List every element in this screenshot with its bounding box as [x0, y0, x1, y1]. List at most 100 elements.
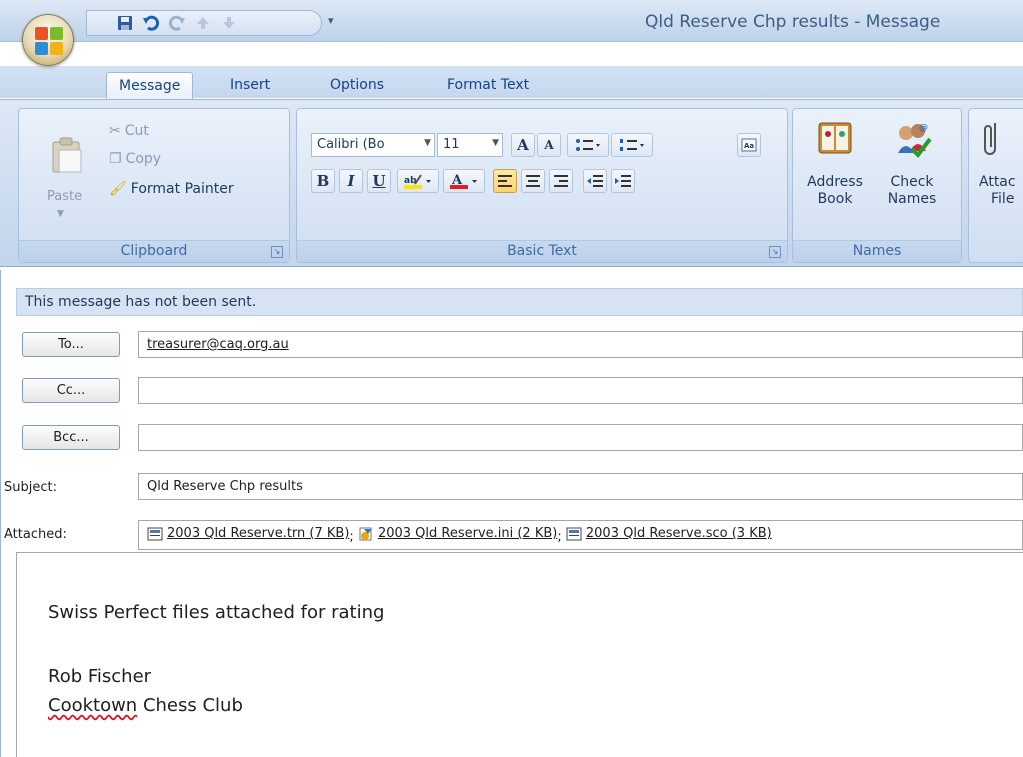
- paste-button[interactable]: Paste: [47, 189, 82, 204]
- info-bar: This message has not been sent.: [16, 288, 1023, 316]
- message-body[interactable]: [16, 552, 1023, 757]
- numbering-button[interactable]: [611, 133, 653, 157]
- office-button[interactable]: [22, 14, 74, 66]
- styles-icon: Aa: [741, 138, 757, 152]
- document-icon: [147, 527, 163, 540]
- signature-club-rest: Chess Club: [137, 695, 243, 716]
- tab-options[interactable]: Options: [330, 72, 384, 100]
- clipboard-group: Paste ▼ ✂ Cut ❐ Copy 🖌 Format Painter Cl…: [18, 108, 290, 263]
- settings-file-icon: [359, 527, 372, 540]
- font-name-value: Calibri (Bo: [317, 137, 385, 152]
- decrease-indent-button[interactable]: [583, 169, 607, 193]
- check-names-label-1: Check: [890, 174, 934, 190]
- attachment-separator: ;: [349, 529, 354, 545]
- font-size-combo[interactable]: 11 ▼: [437, 133, 503, 157]
- names-group-label: Names: [793, 240, 961, 262]
- cut-button[interactable]: ✂ Cut: [109, 123, 149, 139]
- align-left-icon: [498, 175, 512, 187]
- align-right-button[interactable]: [549, 169, 573, 193]
- basic-text-group-label: Basic Text: [297, 240, 787, 262]
- attached-label: Attached:: [4, 527, 67, 542]
- bold-button[interactable]: B: [311, 169, 335, 193]
- office-logo-icon: [35, 27, 63, 55]
- cc-field[interactable]: [138, 377, 1023, 404]
- increase-indent-button[interactable]: [611, 169, 635, 193]
- numbering-icon: [620, 139, 644, 151]
- address-book-button[interactable]: Address Book: [803, 119, 867, 208]
- quick-access-toolbar: [86, 10, 322, 36]
- attachments-field[interactable]: 2003 Qld Reserve.trn (7 KB) ; 2003 Qld R…: [138, 520, 1023, 550]
- format-painter-button[interactable]: 🖌 Format Painter: [109, 181, 234, 197]
- align-center-button[interactable]: [521, 169, 545, 193]
- signature-name: Rob Fischer: [48, 666, 152, 687]
- svg-text:@: @: [919, 123, 928, 133]
- attach-file-label-1: Attac: [979, 174, 1016, 190]
- align-left-button[interactable]: [493, 169, 517, 193]
- check-names-label-2: Names: [887, 191, 937, 207]
- to-recipient[interactable]: treasurer@caq.org.au: [147, 337, 289, 352]
- attachment-item[interactable]: 2003 Qld Reserve.ini (2 KB): [358, 526, 557, 541]
- paperclip-icon: [984, 123, 996, 155]
- subject-label: Subject:: [4, 480, 57, 495]
- copy-icon: ❐: [109, 151, 122, 167]
- attachment-separator: ;: [557, 529, 562, 545]
- attachment-item[interactable]: 2003 Qld Reserve.trn (7 KB): [147, 526, 349, 541]
- bcc-field[interactable]: [138, 424, 1023, 451]
- clipboard-launcher-icon[interactable]: ↘: [271, 246, 283, 258]
- font-color-icon: A: [450, 173, 477, 189]
- signature-club: Cooktown Chess Club: [48, 695, 243, 716]
- italic-button[interactable]: I: [339, 169, 363, 193]
- address-book-icon: [818, 122, 852, 154]
- format-painter-label: Format Painter: [130, 181, 234, 197]
- underline-button[interactable]: U: [367, 169, 391, 193]
- grow-font-button[interactable]: A: [511, 133, 535, 157]
- paste-icon[interactable]: [49, 136, 85, 174]
- address-book-label-2: Book: [817, 191, 853, 207]
- up-icon[interactable]: [193, 13, 213, 33]
- shrink-font-button[interactable]: A: [537, 133, 561, 157]
- subject-field[interactable]: Qld Reserve Chp results: [138, 473, 1023, 500]
- bullets-button[interactable]: [567, 133, 609, 157]
- copy-button[interactable]: ❐ Copy: [109, 151, 161, 167]
- increase-indent-icon: [615, 175, 631, 187]
- attachment-name: 2003 Qld Reserve.sco (3 KB): [585, 526, 772, 541]
- scissors-icon: ✂: [109, 123, 121, 139]
- document-icon: [566, 527, 582, 540]
- styles-button[interactable]: Aa: [737, 133, 761, 157]
- paste-dropdown-icon[interactable]: ▼: [57, 209, 64, 219]
- attachment-item[interactable]: 2003 Qld Reserve.sco (3 KB): [566, 526, 772, 541]
- basic-text-group: Calibri (Bo ▼ 11 ▼ A A Aa B I U ab A Basic…: [296, 108, 788, 263]
- check-names-button[interactable]: @ Check Names: [879, 119, 945, 208]
- redo-icon[interactable]: [167, 13, 187, 33]
- attach-file-label-2: File: [991, 191, 1015, 207]
- window-title: Qld Reserve Chp results - Message: [645, 12, 941, 32]
- font-color-button[interactable]: A: [443, 169, 485, 193]
- clipboard-group-label: Clipboard: [19, 240, 289, 262]
- font-name-combo[interactable]: Calibri (Bo ▼: [311, 133, 435, 157]
- tab-insert[interactable]: Insert: [230, 72, 270, 100]
- down-icon[interactable]: [219, 13, 239, 33]
- undo-icon[interactable]: [141, 13, 161, 33]
- format-painter-icon: 🖌: [109, 181, 127, 197]
- align-center-icon: [526, 175, 540, 187]
- attachment-name: 2003 Qld Reserve.ini (2 KB): [377, 526, 558, 541]
- attach-file-button[interactable]: Attac File: [979, 119, 1023, 208]
- misspelled-word[interactable]: Cooktown: [48, 695, 137, 716]
- save-icon[interactable]: [115, 13, 135, 33]
- customize-toolbar-icon[interactable]: ▾: [328, 14, 334, 27]
- basic-text-launcher-icon[interactable]: ↘: [769, 246, 781, 258]
- names-group: Address Book @ Check Names Names: [792, 108, 962, 263]
- copy-label: Copy: [125, 151, 162, 167]
- highlighter-icon: ab: [404, 174, 431, 189]
- decrease-indent-icon: [587, 175, 603, 187]
- highlight-button[interactable]: ab: [397, 169, 439, 193]
- bcc-button[interactable]: Bcc...: [22, 425, 120, 450]
- to-button[interactable]: To...: [22, 332, 120, 357]
- cut-label: Cut: [124, 123, 149, 139]
- body-text-line: Swiss Perfect files attached for rating: [48, 602, 385, 623]
- font-size-value: 11: [443, 137, 460, 152]
- cc-button[interactable]: Cc...: [22, 378, 120, 403]
- tab-format-text[interactable]: Format Text: [447, 72, 529, 100]
- tab-message[interactable]: Message: [106, 72, 194, 100]
- to-field[interactable]: treasurer@caq.org.au: [138, 331, 1023, 358]
